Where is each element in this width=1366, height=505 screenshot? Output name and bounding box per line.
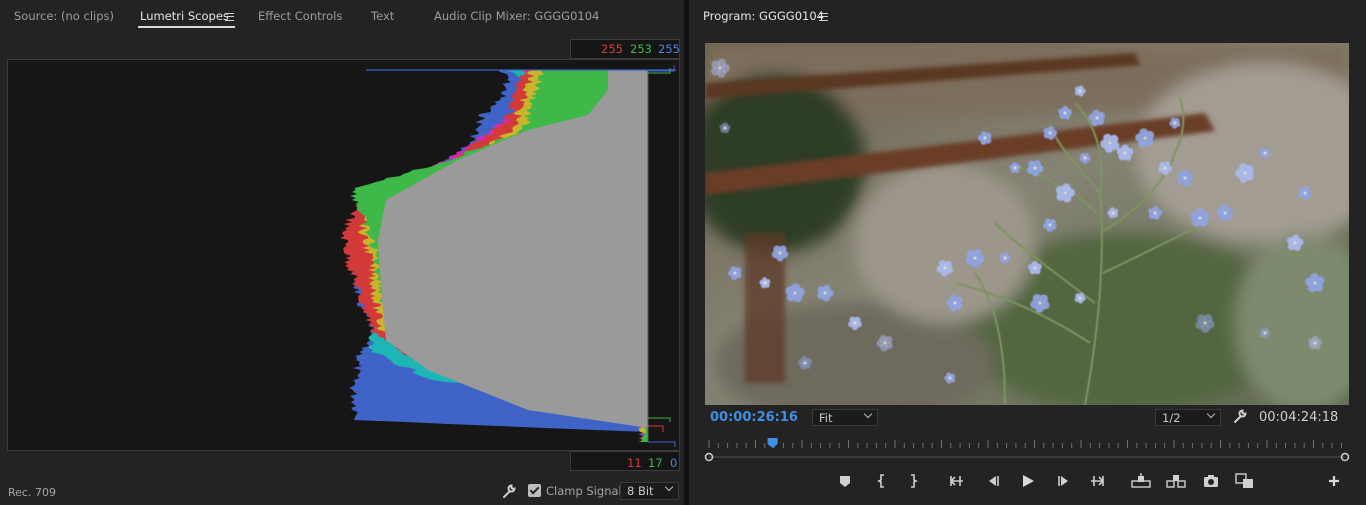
bit-depth-value: 8 Bit (627, 484, 654, 498)
extract-icon[interactable] (1166, 472, 1186, 490)
step-forward-icon[interactable] (1055, 472, 1073, 490)
rgb-parade-scope (7, 59, 680, 451)
play-icon[interactable] (1019, 472, 1037, 490)
active-tab-indicator (138, 26, 235, 28)
go-to-out-icon[interactable] (1088, 472, 1106, 490)
program-monitor-panel: Program: GGGG0104 00:00:26:16 Fit 1/2 00… (689, 0, 1366, 505)
readout-top-blue: 255 (658, 42, 680, 56)
add-button-icon[interactable] (1325, 472, 1343, 490)
total-duration: 00:04:24:18 (1259, 410, 1339, 425)
flower-frame-image (705, 43, 1349, 405)
export-frame-icon[interactable] (1202, 472, 1220, 490)
timeline-ruler[interactable] (701, 436, 1353, 466)
colorspace-label: Rec. 709 (8, 486, 56, 499)
scope-readout-top: 255 253 255 (570, 39, 680, 59)
chevron-down-icon (1206, 409, 1216, 419)
mark-out-icon[interactable] (904, 472, 922, 490)
program-menu-icon[interactable] (819, 13, 828, 21)
lift-icon[interactable] (1131, 472, 1151, 490)
scope-settings-wrench-icon[interactable] (501, 483, 519, 501)
zoom-level-select[interactable]: Fit (812, 409, 878, 426)
left-tab-bar: Source: (no clips) Lumetri Scopes Effect… (0, 0, 684, 32)
tab-effect-controls[interactable]: Effect Controls (258, 9, 342, 23)
playback-resolution-select[interactable]: 1/2 (1155, 409, 1221, 426)
add-marker-icon[interactable] (836, 472, 854, 490)
clamp-signal-label: Clamp Signal (546, 484, 622, 498)
chevron-down-icon (863, 409, 873, 419)
scope-readout-bottom: 11 17 0 (570, 451, 680, 471)
panel-menu-icon[interactable] (225, 13, 234, 21)
playhead (767, 438, 778, 448)
go-to-in-icon[interactable] (948, 472, 966, 490)
tab-lumetri-scopes[interactable]: Lumetri Scopes (140, 9, 229, 23)
readout-top-red: 255 (601, 42, 623, 56)
settings-wrench-icon[interactable] (1232, 408, 1250, 426)
lumetri-scopes-panel: Source: (no clips) Lumetri Scopes Effect… (0, 0, 684, 505)
tab-source[interactable]: Source: (no clips) (14, 9, 114, 23)
playback-resolution-value: 1/2 (1162, 411, 1181, 425)
current-timecode[interactable]: 00:00:26:16 (710, 410, 798, 425)
bit-depth-select[interactable]: 8 Bit (620, 482, 679, 500)
chevron-down-icon (664, 482, 674, 492)
parade-graph (340, 65, 676, 447)
compare-view-icon[interactable] (1235, 472, 1253, 490)
clamp-signal-checkbox[interactable] (528, 484, 541, 497)
step-back-icon[interactable] (984, 472, 1002, 490)
readout-bottom-green: 17 (648, 456, 663, 470)
tab-text[interactable]: Text (371, 9, 394, 23)
program-video-frame[interactable] (705, 43, 1349, 405)
readout-top-green: 253 (630, 42, 652, 56)
program-title[interactable]: Program: GGGG0104 (703, 9, 824, 23)
zoom-level-value: Fit (819, 411, 833, 425)
readout-bottom-red: 11 (627, 456, 642, 470)
readout-bottom-blue: 0 (670, 456, 678, 470)
tab-audio-clip-mixer[interactable]: Audio Clip Mixer: GGGG0104 (434, 9, 599, 23)
mark-in-icon[interactable] (873, 472, 891, 490)
